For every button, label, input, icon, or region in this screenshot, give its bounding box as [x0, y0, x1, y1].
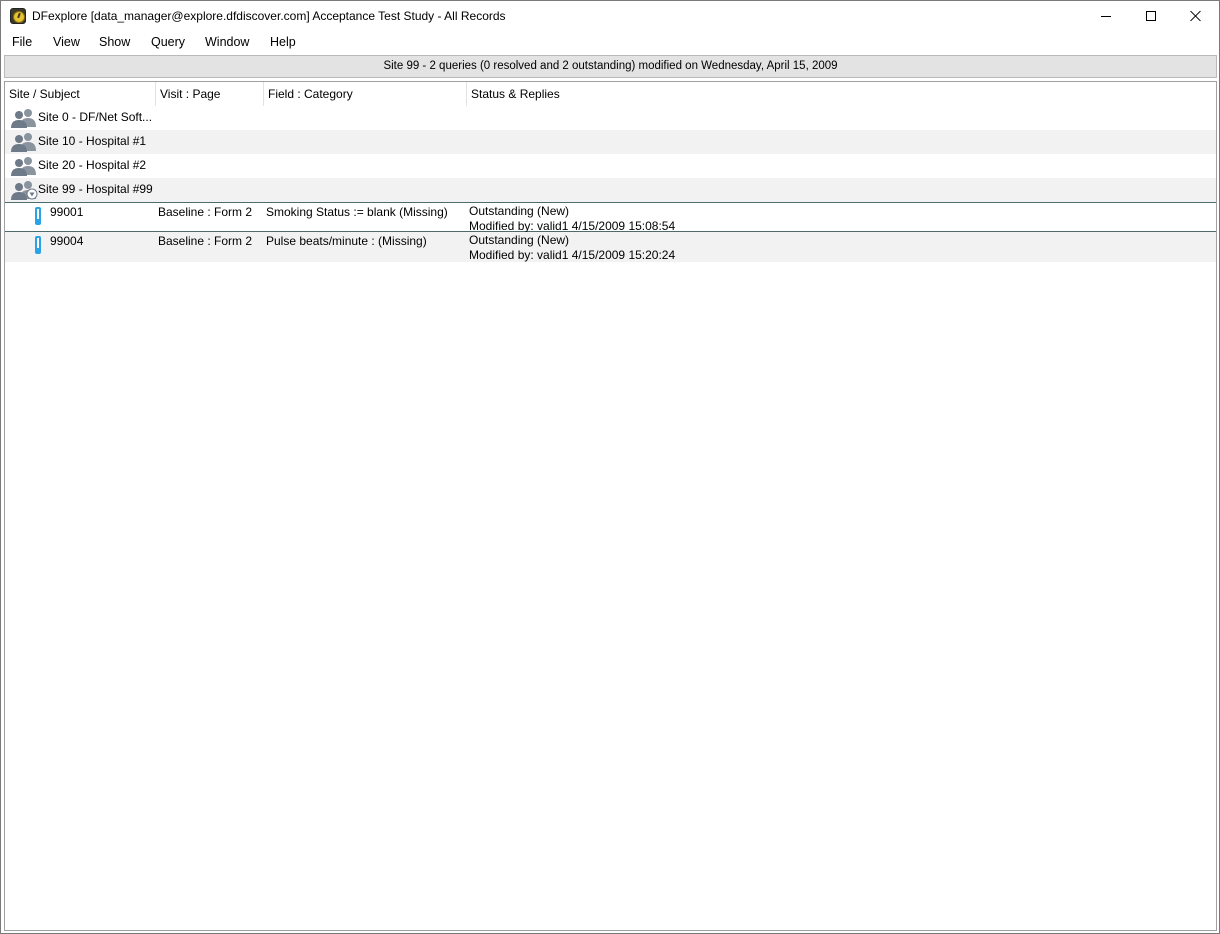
window-title: DFexplore [data_manager@explore.dfdiscov…	[32, 9, 506, 23]
maximize-icon	[1146, 11, 1156, 21]
records-tree[interactable]: Site / Subject Visit : Page Field : Cate…	[4, 81, 1217, 931]
site-row-20[interactable]: Site 20 - Hospital #2	[5, 154, 1216, 178]
selection-summary: Site 99 - 2 queries (0 resolved and 2 ou…	[4, 55, 1217, 78]
menu-query[interactable]: Query	[151, 35, 185, 49]
subject-id: 99001	[50, 205, 84, 219]
menu-file[interactable]: File	[12, 35, 32, 49]
users-icon	[11, 157, 36, 176]
column-site-subject[interactable]: Site / Subject	[5, 82, 156, 106]
query-status: Outstanding (New)	[469, 233, 570, 247]
visit-page: Baseline : Form 2	[158, 205, 253, 219]
column-status-replies[interactable]: Status & Replies	[467, 82, 667, 106]
site-row-99[interactable]: Site 99 - Hospital #99	[5, 178, 1216, 202]
menu-window[interactable]: Window	[205, 35, 249, 49]
query-modified: Modified by: valid1 4/15/2009 15:20:24	[469, 248, 676, 262]
query-status: Outstanding (New)	[469, 204, 570, 218]
site-label: Site 99 - Hospital #99	[38, 182, 153, 196]
field-category: Smoking Status := blank (Missing)	[266, 205, 448, 219]
maximize-button[interactable]	[1128, 1, 1174, 31]
site-label: Site 10 - Hospital #1	[38, 134, 147, 148]
close-icon	[1190, 10, 1202, 22]
menu-bar: File View Show Query Window Help	[1, 31, 1219, 53]
query-outstanding-icon	[35, 207, 41, 225]
minimize-icon	[1101, 15, 1111, 17]
site-row-10[interactable]: Site 10 - Hospital #1	[5, 130, 1216, 154]
subject-id: 99004	[50, 234, 84, 248]
users-icon	[11, 133, 36, 152]
menu-view[interactable]: View	[53, 35, 80, 49]
menu-help[interactable]: Help	[270, 35, 296, 49]
app-window: DFexplore [data_manager@explore.dfdiscov…	[0, 0, 1220, 934]
users-expanded-icon[interactable]	[10, 180, 38, 200]
minimize-button[interactable]	[1083, 1, 1129, 31]
users-icon	[11, 109, 36, 128]
field-category: Pulse beats/minute : (Missing)	[266, 234, 427, 248]
site-label: Site 20 - Hospital #2	[38, 158, 147, 172]
close-button[interactable]	[1173, 1, 1219, 31]
visit-page: Baseline : Form 2	[158, 234, 253, 248]
column-field-category[interactable]: Field : Category	[264, 82, 467, 106]
query-row[interactable]: 99001 Baseline : Form 2 Smoking Status :…	[5, 202, 1216, 234]
status-replies: Outstanding (New) Modified by: valid1 4/…	[469, 204, 675, 234]
query-outstanding-icon	[35, 236, 41, 254]
menu-show[interactable]: Show	[99, 35, 130, 49]
app-clock-icon	[10, 8, 26, 24]
site-label: Site 0 - DF/Net Soft...	[38, 110, 153, 124]
query-row[interactable]: 99004 Baseline : Form 2 Pulse beats/minu…	[5, 232, 1216, 262]
column-header: Site / Subject Visit : Page Field : Cate…	[5, 82, 1216, 106]
site-row-0[interactable]: Site 0 - DF/Net Soft...	[5, 106, 1216, 130]
column-visit-page[interactable]: Visit : Page	[156, 82, 264, 106]
title-bar[interactable]: DFexplore [data_manager@explore.dfdiscov…	[1, 1, 1219, 31]
status-replies: Outstanding (New) Modified by: valid1 4/…	[469, 233, 675, 263]
